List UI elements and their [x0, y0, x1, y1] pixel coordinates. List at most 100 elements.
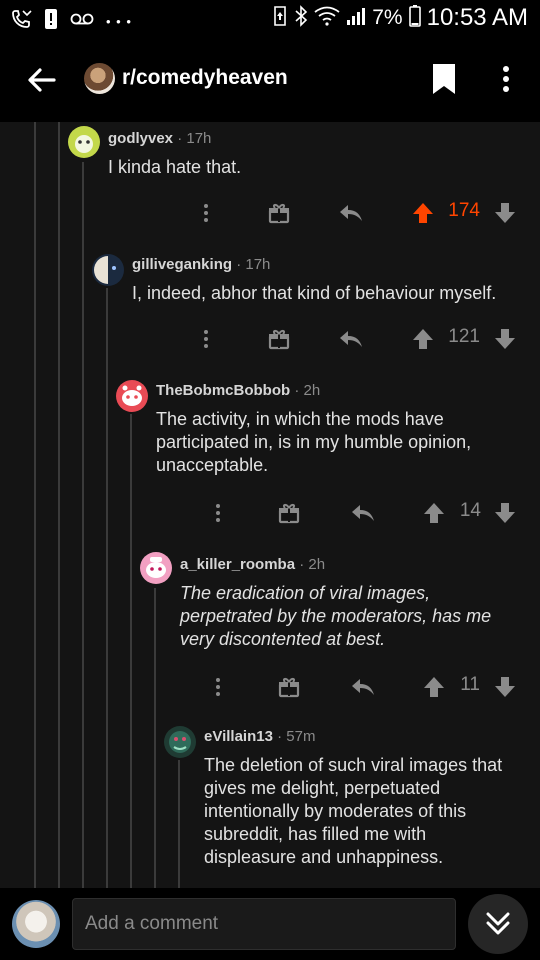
- arrow-up-icon: [413, 329, 433, 349]
- arrow-down-icon: [495, 203, 515, 223]
- reply-button[interactable]: [336, 196, 366, 230]
- comment-username[interactable]: TheBobmcBobbob: [156, 382, 290, 399]
- comment-username[interactable]: a_killer_roomba: [180, 556, 295, 573]
- gift-icon: [268, 330, 290, 350]
- comment-actions: 11: [0, 670, 540, 704]
- upvote-button[interactable]: [410, 322, 436, 356]
- missed-call-icon: [10, 8, 32, 35]
- reply-button[interactable]: [336, 322, 366, 356]
- signal-icon: [346, 6, 366, 31]
- voicemail-icon: [70, 12, 94, 31]
- app-bar: r/comedyheaven: [0, 38, 540, 122]
- comment-body: The activity, in which the mods have par…: [156, 409, 472, 475]
- gift-icon: [278, 678, 300, 698]
- reply-button[interactable]: [348, 670, 378, 704]
- subreddit-avatar[interactable]: [84, 63, 115, 94]
- current-user-avatar[interactable]: [12, 900, 60, 948]
- more-notifications-indicator: • • •: [106, 14, 132, 29]
- comment-actions: 174: [0, 196, 540, 230]
- arrow-down-icon: [495, 677, 515, 697]
- downvote-button[interactable]: [492, 196, 518, 230]
- arrow-down-icon: [495, 503, 515, 523]
- thread-line[interactable]: [154, 588, 156, 888]
- comment-meta: a_killer_roomba · 2h: [180, 556, 325, 573]
- more-vertical-icon: [216, 504, 220, 522]
- reply-icon: [340, 205, 362, 221]
- subreddit-name[interactable]: r/comedyheaven: [122, 66, 288, 90]
- gift-icon: [268, 204, 290, 224]
- comment-age: · 17h: [236, 256, 271, 273]
- give-award-button[interactable]: [266, 196, 292, 230]
- more-vertical-icon: [204, 330, 208, 348]
- comment-actions: 14: [0, 496, 540, 530]
- more-options-button[interactable]: [494, 60, 518, 98]
- arrow-left-icon: [28, 68, 56, 92]
- comment-score: 11: [460, 674, 480, 695]
- wifi-icon: [314, 6, 340, 31]
- status-bar: • • • 7% 10:53 AM: [0, 0, 540, 38]
- data-saver-icon: [272, 5, 288, 32]
- give-award-button[interactable]: [266, 322, 292, 356]
- thread-line[interactable]: [178, 760, 180, 888]
- comment-age: · 2h: [299, 556, 326, 573]
- comment-score: 174: [448, 200, 480, 221]
- battery-percent: 7%: [372, 6, 403, 29]
- status-bar-left: • • •: [10, 8, 132, 35]
- downvote-button[interactable]: [492, 322, 518, 356]
- comment-meta: eVillain13 · 57m: [204, 728, 315, 745]
- alert-icon: [44, 8, 58, 35]
- comment-more-button[interactable]: [194, 322, 218, 356]
- comment-meta: gilliveganking · 17h: [132, 256, 270, 273]
- comment-score: 121: [448, 326, 480, 347]
- comment-actions: 121: [0, 322, 540, 356]
- comment-more-button[interactable]: [194, 196, 218, 230]
- reply-icon: [352, 679, 374, 695]
- user-avatar[interactable]: [164, 726, 196, 758]
- bookmark-icon: [433, 64, 455, 94]
- reply-icon: [352, 505, 374, 521]
- status-bar-right: 7% 10:53 AM: [272, 4, 528, 32]
- user-avatar[interactable]: [116, 380, 148, 412]
- user-avatar[interactable]: [68, 126, 100, 158]
- comment-age: · 2h: [294, 382, 321, 399]
- comment-username[interactable]: gilliveganking: [132, 256, 232, 273]
- arrow-up-icon: [413, 203, 433, 223]
- comment-more-button[interactable]: [206, 496, 230, 530]
- give-award-button[interactable]: [276, 496, 302, 530]
- bluetooth-icon: [294, 4, 308, 32]
- comment-composer-bar: [0, 888, 540, 960]
- upvote-button[interactable]: [410, 196, 436, 230]
- comment-age: · 17h: [177, 130, 212, 147]
- comment-thread: godlyvex · 17h I kinda hate that. 174 gi…: [0, 122, 540, 888]
- gift-icon: [278, 504, 300, 524]
- comment-username[interactable]: godlyvex: [108, 130, 173, 147]
- comment-score: 14: [459, 500, 481, 521]
- thread-line[interactable]: [130, 414, 132, 888]
- arrow-down-icon: [495, 329, 515, 349]
- battery-icon: [408, 4, 421, 32]
- comment-more-button[interactable]: [206, 670, 230, 704]
- save-post-button[interactable]: [430, 60, 458, 98]
- comment-meta: godlyvex · 17h: [108, 130, 211, 147]
- downvote-button[interactable]: [492, 670, 518, 704]
- comment-body: The eradication of viral images, perpetr…: [180, 583, 492, 649]
- more-vertical-icon: [503, 66, 509, 92]
- user-avatar[interactable]: [92, 254, 124, 286]
- more-vertical-icon: [216, 678, 220, 696]
- user-avatar[interactable]: [140, 552, 172, 584]
- double-chevron-down-icon: [486, 912, 510, 935]
- comment-body: The deletion of such viral images that g…: [204, 755, 503, 867]
- comment-username[interactable]: eVillain13: [204, 728, 273, 745]
- reply-icon: [340, 331, 362, 347]
- next-comment-button[interactable]: [468, 894, 528, 954]
- give-award-button[interactable]: [276, 670, 302, 704]
- reply-button[interactable]: [348, 496, 378, 530]
- add-comment-input[interactable]: [72, 898, 456, 950]
- more-vertical-icon: [204, 204, 208, 222]
- comment-age: · 57m: [277, 728, 316, 745]
- comment-body: I, indeed, abhor that kind of behaviour …: [132, 283, 497, 303]
- downvote-button[interactable]: [492, 496, 518, 530]
- back-button[interactable]: [24, 62, 60, 98]
- thread-line[interactable]: [106, 288, 108, 888]
- comment-meta: TheBobmcBobbob · 2h: [156, 382, 320, 399]
